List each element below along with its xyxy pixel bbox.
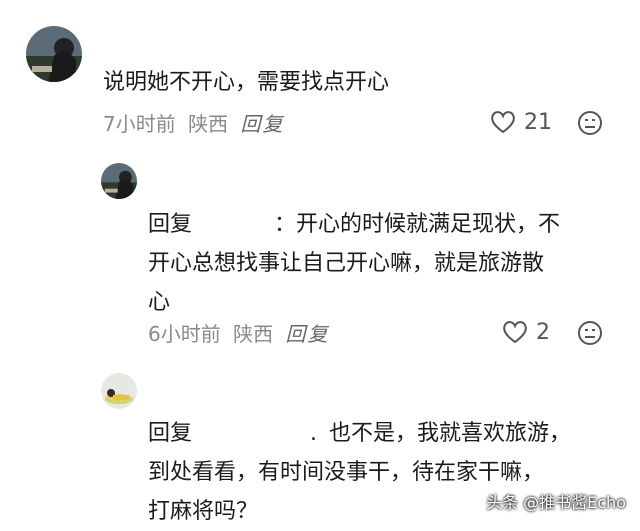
reply-button[interactable]: 回复	[240, 112, 284, 136]
comment-meta: 6小时前 陕西 回复	[148, 320, 335, 348]
watermark: 头条 @推书酱Echo	[486, 493, 626, 512]
reply-text-line: 也不是，我就喜欢旅游，	[329, 421, 572, 446]
reply-prefix: 回复	[148, 212, 193, 237]
emoji-icon[interactable]	[577, 110, 603, 136]
avatar[interactable]	[101, 163, 137, 199]
comment-location: 陕西	[188, 112, 229, 136]
comment-location: 陕西	[233, 322, 274, 346]
reply-text-line: 心	[148, 290, 171, 315]
like-count: 2	[536, 319, 550, 345]
reply-separator: .	[310, 421, 318, 446]
comment-text: 说明她不开心，需要找点开心	[103, 70, 390, 95]
heart-icon	[491, 111, 515, 134]
avatar[interactable]	[101, 373, 137, 409]
reply-text-line: 开心的时候就满足现状，不	[296, 212, 561, 237]
reply-text-line: 到处看看，有时间没事干，待在家干嘛，	[148, 460, 545, 485]
reply-text: 回复 ：开心的时候就满足现状，不 开心总想找事让自己开心嘛，就是旅游散 心	[148, 205, 608, 322]
like-count: 21	[524, 109, 552, 135]
comment-time: 6小时前	[148, 322, 221, 346]
emoji-icon[interactable]	[577, 320, 603, 346]
avatar[interactable]	[26, 26, 82, 82]
reply-separator: ：	[274, 212, 297, 237]
reply-text-line: 开心总想找事让自己开心嘛，就是旅游散	[148, 251, 545, 276]
like-button[interactable]: 21	[490, 108, 552, 136]
reply-button[interactable]: 回复	[285, 322, 329, 346]
like-button[interactable]: 2	[502, 318, 550, 346]
reply-text: 回复. 也不是，我就喜欢旅游， 到处看看，有时间没事干，待在家干嘛， 打麻将吗？	[148, 414, 608, 531]
reply-line: 回复 ：开心的时候就满足现状，不	[148, 205, 608, 244]
heart-icon	[503, 321, 527, 344]
comment-meta: 7小时前 陕西 回复	[103, 110, 290, 138]
reply-line: 回复. 也不是，我就喜欢旅游，	[148, 414, 608, 453]
reply-prefix: 回复	[148, 421, 193, 446]
comment-time: 7小时前	[103, 112, 176, 136]
